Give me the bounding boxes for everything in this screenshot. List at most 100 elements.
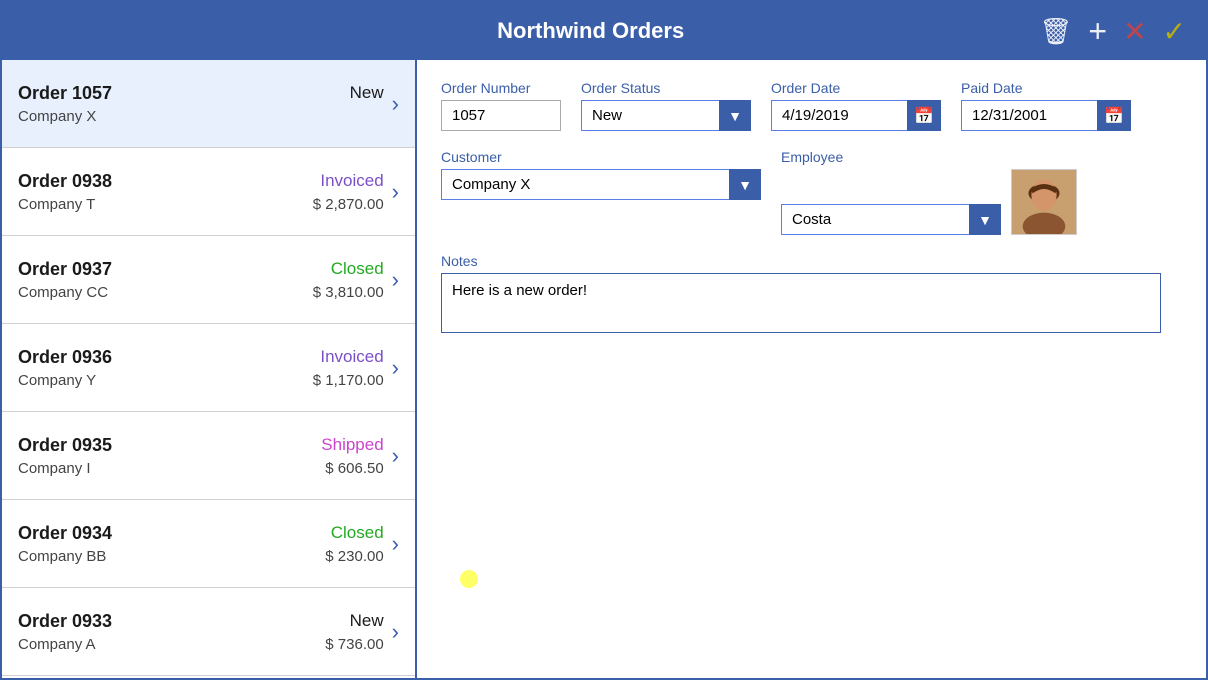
order-item-top: Order 0935 Shipped [18,435,384,456]
order-amount: $ 230.00 [325,548,383,565]
order-item-bottom: Company CC $ 3,810.00 [18,284,384,301]
order-list-item[interactable]: Order 0936 Invoiced Company Y $ 1,170.00… [2,324,415,412]
order-date-label: Order Date [771,80,941,96]
order-number-group: Order Number [441,80,561,131]
order-item-top: Order 1057 New [18,83,384,104]
order-chevron-icon[interactable]: › [392,91,399,117]
order-item-content: Order 0933 New Company A $ 736.00 [18,611,384,653]
order-date-calendar-icon[interactable]: 📅 [907,100,941,131]
employee-photo [1011,169,1077,235]
employee-label: Employee [781,149,1077,165]
detail-row-1: Order Number Order Status New Invoiced S… [441,80,1182,131]
notes-label: Notes [441,253,1161,269]
order-list-item[interactable]: Order 0933 New Company A $ 736.00 › [2,588,415,676]
order-amount: $ 3,810.00 [313,284,384,301]
order-company: Company I [18,460,91,477]
order-list-item[interactable]: Order 1057 New Company X › [2,60,415,148]
customer-select-wrapper: Company X Company T Company CC Company Y… [441,169,761,200]
detail-row-2: Customer Company X Company T Company CC … [441,149,1182,235]
order-chevron-icon[interactable]: › [392,531,399,557]
order-company: Company Y [18,372,96,389]
order-item-top: Order 0938 Invoiced [18,171,384,192]
add-button[interactable]: + [1088,13,1107,50]
header-actions: 🗑 + ✕ ✓ [1039,13,1186,50]
order-company: Company A [18,636,96,653]
paid-date-label: Paid Date [961,80,1131,96]
customer-group: Customer Company X Company T Company CC … [441,149,761,235]
order-number: Order 1057 [18,83,112,104]
order-item-content: Order 1057 New Company X [18,83,384,125]
order-status: Shipped [321,435,383,455]
order-item-bottom: Company BB $ 230.00 [18,548,384,565]
main-content: Order 1057 New Company X › Order 0938 In… [2,60,1206,678]
employee-row: Costa ▼ [781,169,1077,235]
order-chevron-icon[interactable]: › [392,355,399,381]
order-chevron-icon[interactable]: › [392,179,399,205]
order-number: Order 0936 [18,347,112,368]
order-status-label: Order Status [581,80,751,96]
order-amount: $ 606.50 [325,460,383,477]
employee-photo-placeholder [1012,170,1076,234]
order-item-top: Order 0936 Invoiced [18,347,384,368]
order-status: Invoiced [320,347,383,367]
notes-group: Notes Here is a new order! [441,253,1161,333]
order-company: Company T [18,196,95,213]
order-company: Company CC [18,284,108,301]
customer-label: Customer [441,149,761,165]
order-list-item[interactable]: Order 0935 Shipped Company I $ 606.50 › [2,412,415,500]
order-item-bottom: Company A $ 736.00 [18,636,384,653]
order-list[interactable]: Order 1057 New Company X › Order 0938 In… [2,60,417,678]
app-container: Northwind Orders 🗑 + ✕ ✓ Order 1057 New … [0,0,1208,680]
order-item-top: Order 0934 Closed [18,523,384,544]
notes-textarea[interactable]: Here is a new order! [441,273,1161,333]
order-list-item[interactable]: Order 0938 Invoiced Company T $ 2,870.00… [2,148,415,236]
order-company: Company BB [18,548,106,565]
customer-select[interactable]: Company X Company T Company CC Company Y… [441,169,761,200]
paid-date-wrapper: 📅 [961,100,1131,131]
order-number: Order 0938 [18,171,112,192]
order-item-content: Order 0935 Shipped Company I $ 606.50 [18,435,384,477]
app-title: Northwind Orders [142,18,1039,44]
order-chevron-icon[interactable]: › [392,443,399,469]
app-header: Northwind Orders 🗑 + ✕ ✓ [2,2,1206,60]
order-chevron-icon[interactable]: › [392,619,399,645]
order-number: Order 0934 [18,523,112,544]
order-item-content: Order 0937 Closed Company CC $ 3,810.00 [18,259,384,301]
confirm-button[interactable]: ✓ [1163,15,1186,48]
order-status: Closed [331,523,384,543]
order-status-group: Order Status New Invoiced Shipped Closed… [581,80,751,131]
paid-date-calendar-icon[interactable]: 📅 [1097,100,1131,131]
detail-row-3: Notes Here is a new order! [441,253,1182,333]
order-item-content: Order 0934 Closed Company BB $ 230.00 [18,523,384,565]
paid-date-group: Paid Date 📅 [961,80,1131,131]
order-status: New [350,83,384,103]
order-date-group: Order Date 📅 [771,80,941,131]
order-company: Company X [18,108,96,125]
order-item-top: Order 0937 Closed [18,259,384,280]
detail-panel: Order Number Order Status New Invoiced S… [417,60,1206,678]
employee-select[interactable]: Costa [781,204,1001,235]
order-status-select[interactable]: New Invoiced Shipped Closed [581,100,751,131]
order-item-content: Order 0938 Invoiced Company T $ 2,870.00 [18,171,384,213]
close-button[interactable]: ✕ [1123,15,1146,48]
employee-group: Employee Costa ▼ [781,149,1077,235]
order-item-content: Order 0936 Invoiced Company Y $ 1,170.00 [18,347,384,389]
order-list-item[interactable]: Order 0937 Closed Company CC $ 3,810.00 … [2,236,415,324]
order-status: Invoiced [320,171,383,191]
order-status: New [350,611,384,631]
employee-select-wrapper: Costa ▼ [781,204,1001,235]
order-item-bottom: Company I $ 606.50 [18,460,384,477]
order-chevron-icon[interactable]: › [392,267,399,293]
order-date-wrapper: 📅 [771,100,941,131]
order-list-item[interactable]: Order 0934 Closed Company BB $ 230.00 › [2,500,415,588]
order-number: Order 0937 [18,259,112,280]
order-item-bottom: Company X [18,108,384,125]
delete-button[interactable]: 🗑 [1039,16,1072,47]
order-number-input[interactable] [441,100,561,131]
order-number: Order 0935 [18,435,112,456]
order-number-label: Order Number [441,80,561,96]
order-number: Order 0933 [18,611,112,632]
order-status-select-wrapper: New Invoiced Shipped Closed ▼ [581,100,751,131]
order-status: Closed [331,259,384,279]
order-item-bottom: Company T $ 2,870.00 [18,196,384,213]
